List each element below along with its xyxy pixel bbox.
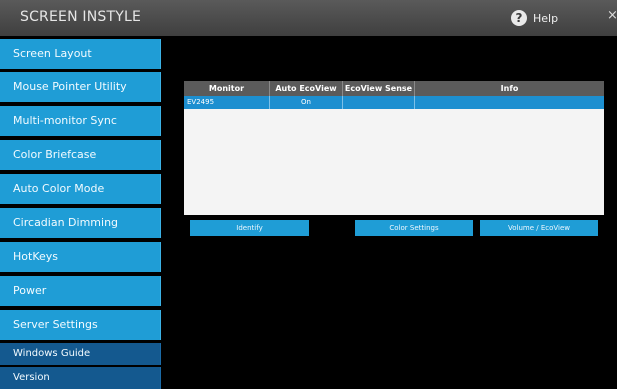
sidebar-item-label: Windows Guide <box>13 348 91 359</box>
column-header-ecoview-sense: EcoView Sense <box>343 81 415 96</box>
sidebar-item-color-briefcase[interactable]: Color Briefcase <box>0 140 161 170</box>
cell-info <box>415 96 604 109</box>
app-title: SCREEN INSTYLE <box>20 9 142 25</box>
sidebar-item-mouse-pointer-utility[interactable]: Mouse Pointer Utility <box>0 72 161 102</box>
sidebar-item-label: Multi-monitor Sync <box>13 114 117 127</box>
identify-button[interactable]: Identify <box>190 220 309 236</box>
sidebar-item-auto-color-mode[interactable]: Auto Color Mode <box>0 174 161 204</box>
sidebar-item-label: Version <box>13 372 50 383</box>
color-settings-button[interactable]: Color Settings <box>355 220 473 236</box>
title-bar: SCREEN INSTYLE ? Help × <box>0 0 617 36</box>
sidebar-item-screen-layout[interactable]: Screen Layout <box>0 39 161 69</box>
sidebar-item-label: Circadian Dimming <box>13 216 119 229</box>
cell-ecoview-sense <box>343 96 415 109</box>
help-button[interactable]: ? Help <box>511 8 558 28</box>
cell-auto-ecoview: On <box>270 96 343 109</box>
sidebar-item-label: Server Settings <box>13 318 98 331</box>
column-header-monitor: Monitor <box>184 81 270 96</box>
help-label: Help <box>533 11 559 25</box>
close-icon[interactable]: × <box>607 8 617 23</box>
column-header-info: Info <box>500 84 519 93</box>
table-row[interactable]: EV2495 On <box>184 96 604 109</box>
sidebar-item-power[interactable]: Power <box>0 276 161 306</box>
sidebar-item-label: Auto Color Mode <box>13 182 105 195</box>
monitor-table: Monitor Auto EcoView EcoView Sense Info … <box>184 81 604 215</box>
volume-ecoview-button[interactable]: Volume / EcoView <box>480 220 598 236</box>
help-circle-icon: ? <box>511 10 527 26</box>
table-header: Monitor Auto EcoView EcoView Sense Info <box>184 81 604 96</box>
column-header-auto-ecoview: Auto EcoView <box>270 81 343 96</box>
sidebar-item-server-settings[interactable]: Server Settings <box>0 310 161 340</box>
sidebar-item-label: HotKeys <box>13 250 58 263</box>
sidebar-item-windows-guide[interactable]: Windows Guide <box>0 343 161 365</box>
sidebar-item-hotkeys[interactable]: HotKeys <box>0 242 161 272</box>
sidebar-item-label: Power <box>13 284 47 297</box>
sidebar-item-circadian-dimming[interactable]: Circadian Dimming <box>0 208 161 238</box>
sidebar-item-label: Color Briefcase <box>13 148 97 161</box>
sidebar-item-label: Mouse Pointer Utility <box>13 80 127 93</box>
sidebar-item-label: Screen Layout <box>13 47 92 60</box>
sidebar-item-multi-monitor-sync[interactable]: Multi-monitor Sync <box>0 106 161 136</box>
sidebar-item-version[interactable]: Version <box>0 367 161 389</box>
cell-monitor: EV2495 <box>184 96 270 109</box>
